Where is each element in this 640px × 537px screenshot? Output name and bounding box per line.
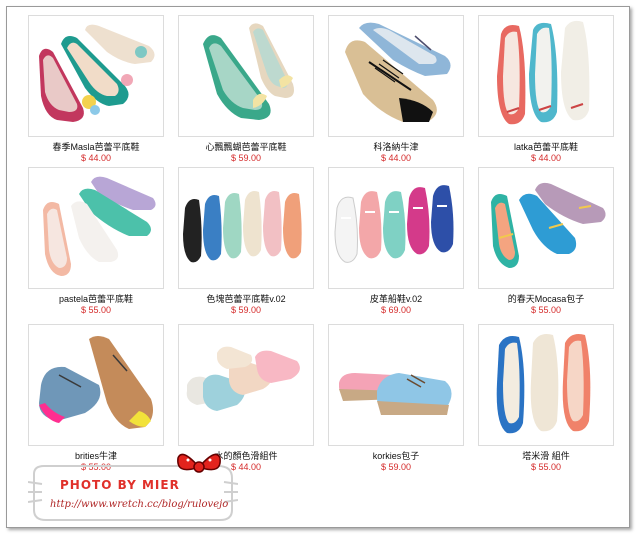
product-image[interactable] — [478, 15, 614, 137]
product-image[interactable] — [328, 324, 464, 446]
product-name[interactable]: 心飄飄蝴芭蕾平底鞋 — [171, 142, 321, 153]
product-card[interactable]: pastela芭蕾平底鞋 $ 55.00 — [21, 163, 171, 320]
product-image[interactable] — [328, 167, 464, 289]
product-card[interactable]: 塔米滑 組件 $ 55.00 — [471, 320, 621, 475]
product-grid: 春季Masla芭蕾平底鞋 $ 44.00 心飄飄蝴芭蕾平底鞋 $ 59.00 科… — [21, 11, 621, 475]
product-name[interactable]: 春季Masla芭蕾平底鞋 — [21, 142, 171, 153]
product-name[interactable]: 塔米滑 組件 — [471, 451, 621, 462]
watermark-url: http://www.wretch.cc/blog/rulovejo — [50, 499, 229, 510]
product-price: $ 55.00 — [80, 305, 112, 315]
photo-watermark: PHOTO BY MIER http://www.wretch.cc/blog/… — [27, 453, 239, 526]
product-gallery-frame: 春季Masla芭蕾平底鞋 $ 44.00 心飄飄蝴芭蕾平底鞋 $ 59.00 科… — [6, 6, 630, 528]
product-card[interactable]: brities牛津 $ 55.00 — [21, 320, 171, 475]
product-card[interactable]: 心飄飄蝴芭蕾平底鞋 $ 59.00 — [171, 11, 321, 163]
product-image[interactable] — [478, 167, 614, 289]
product-image[interactable] — [28, 324, 164, 446]
product-card[interactable]: 春季Masla芭蕾平底鞋 $ 44.00 — [21, 11, 171, 163]
product-image[interactable] — [178, 324, 314, 446]
product-card[interactable]: 皮革船鞋v.02 $ 69.00 — [321, 163, 471, 320]
product-image[interactable] — [178, 15, 314, 137]
product-card[interactable]: korkies包子 $ 59.00 — [321, 320, 471, 475]
product-image[interactable] — [28, 167, 164, 289]
product-name[interactable]: 色塊芭蕾平底鞋v.02 — [171, 294, 321, 305]
product-price: $ 55.00 — [530, 305, 562, 315]
product-image[interactable] — [478, 324, 614, 446]
hello-kitty-bow-icon — [177, 453, 221, 473]
product-name[interactable]: 科洛納牛津 — [321, 142, 471, 153]
product-price: $ 59.00 — [380, 462, 412, 472]
product-price: $ 55.00 — [530, 462, 562, 472]
product-card[interactable]: 科洛納牛津 $ 44.00 — [321, 11, 471, 163]
product-card[interactable]: 色塊芭蕾平底鞋v.02 $ 59.00 — [171, 163, 321, 320]
product-name[interactable]: 的春天Mocasa包子 — [471, 294, 621, 305]
watermark-title: PHOTO BY MIER — [60, 478, 180, 492]
product-image[interactable] — [28, 15, 164, 137]
product-name[interactable]: pastela芭蕾平底鞋 — [21, 294, 171, 305]
product-price: $ 59.00 — [230, 305, 262, 315]
product-name[interactable]: 皮革船鞋v.02 — [321, 294, 471, 305]
product-image[interactable] — [328, 15, 464, 137]
product-card[interactable]: 的春天Mocasa包子 $ 55.00 — [471, 163, 621, 320]
product-card[interactable]: latka芭蕾平底鞋 $ 44.00 — [471, 11, 621, 163]
product-image[interactable] — [178, 167, 314, 289]
product-name[interactable]: korkies包子 — [321, 451, 471, 462]
product-price: $ 69.00 — [380, 305, 412, 315]
product-name[interactable]: latka芭蕾平底鞋 — [471, 142, 621, 153]
